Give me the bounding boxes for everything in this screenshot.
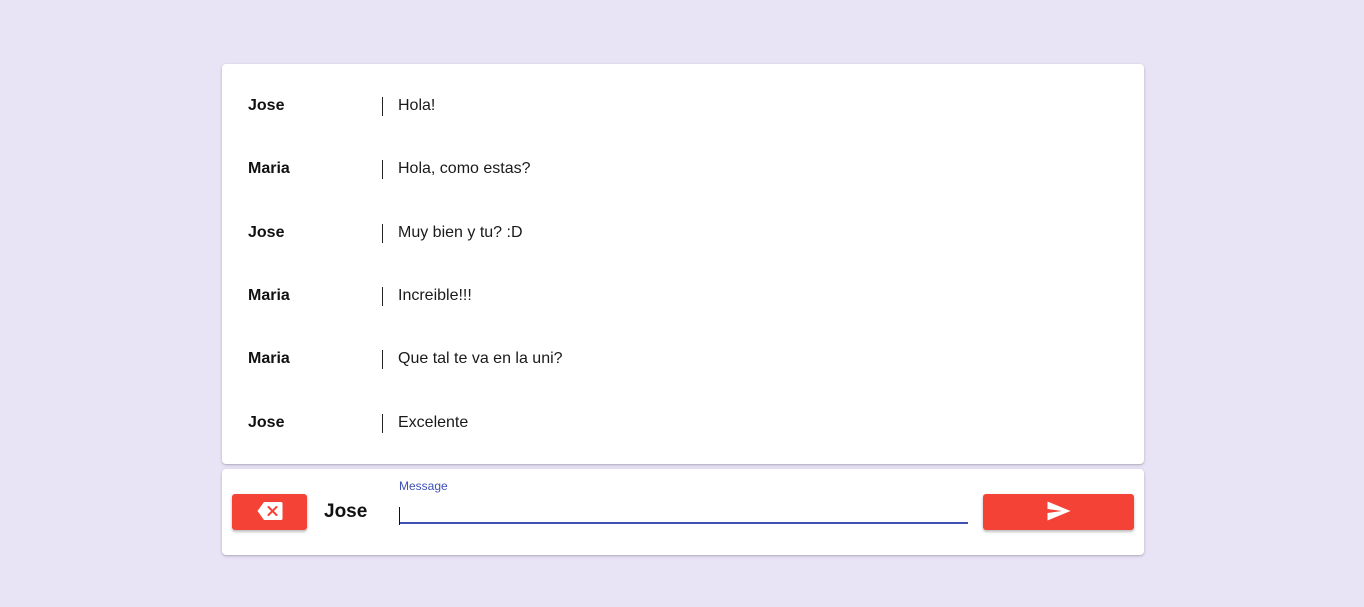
message-author: Jose <box>248 224 285 241</box>
message-row: Jose Excelente <box>222 411 1144 435</box>
message-divider <box>382 287 383 306</box>
backspace-icon <box>257 501 283 524</box>
message-author: Maria <box>248 350 290 367</box>
message-text: Que tal te va en la uni? <box>398 350 563 367</box>
message-row: Jose Muy bien y tu? :D <box>222 221 1144 245</box>
message-divider <box>382 224 383 243</box>
message-row: Maria Que tal te va en la uni? <box>222 347 1144 371</box>
clear-button[interactable] <box>232 494 307 530</box>
message-divider <box>382 414 383 433</box>
message-composer: Jose Message <box>222 469 1144 555</box>
message-divider <box>382 350 383 369</box>
message-text: Hola, como estas? <box>398 160 531 177</box>
message-text: Increible!!! <box>398 287 472 304</box>
text-caret <box>399 507 400 525</box>
message-author: Maria <box>248 287 290 304</box>
current-user-name: Jose <box>324 501 368 522</box>
message-field: Message <box>399 477 968 527</box>
message-text: Hola! <box>398 97 436 114</box>
message-text: Muy bien y tu? :D <box>398 224 523 241</box>
message-row: Maria Hola, como estas? <box>222 157 1144 181</box>
message-divider <box>382 160 383 179</box>
message-field-label: Message <box>399 479 448 493</box>
message-divider <box>382 97 383 116</box>
message-text: Excelente <box>398 414 469 431</box>
send-icon <box>1047 501 1071 524</box>
send-button[interactable] <box>983 494 1134 530</box>
message-input[interactable] <box>399 498 968 524</box>
message-row: Jose Hola! <box>222 94 1144 118</box>
message-row: Maria Increible!!! <box>222 284 1144 308</box>
messages-panel: Jose Hola! Maria Hola, como estas? Jose … <box>222 64 1144 464</box>
message-author: Maria <box>248 160 290 177</box>
message-author: Jose <box>248 97 285 114</box>
message-author: Jose <box>248 414 285 431</box>
